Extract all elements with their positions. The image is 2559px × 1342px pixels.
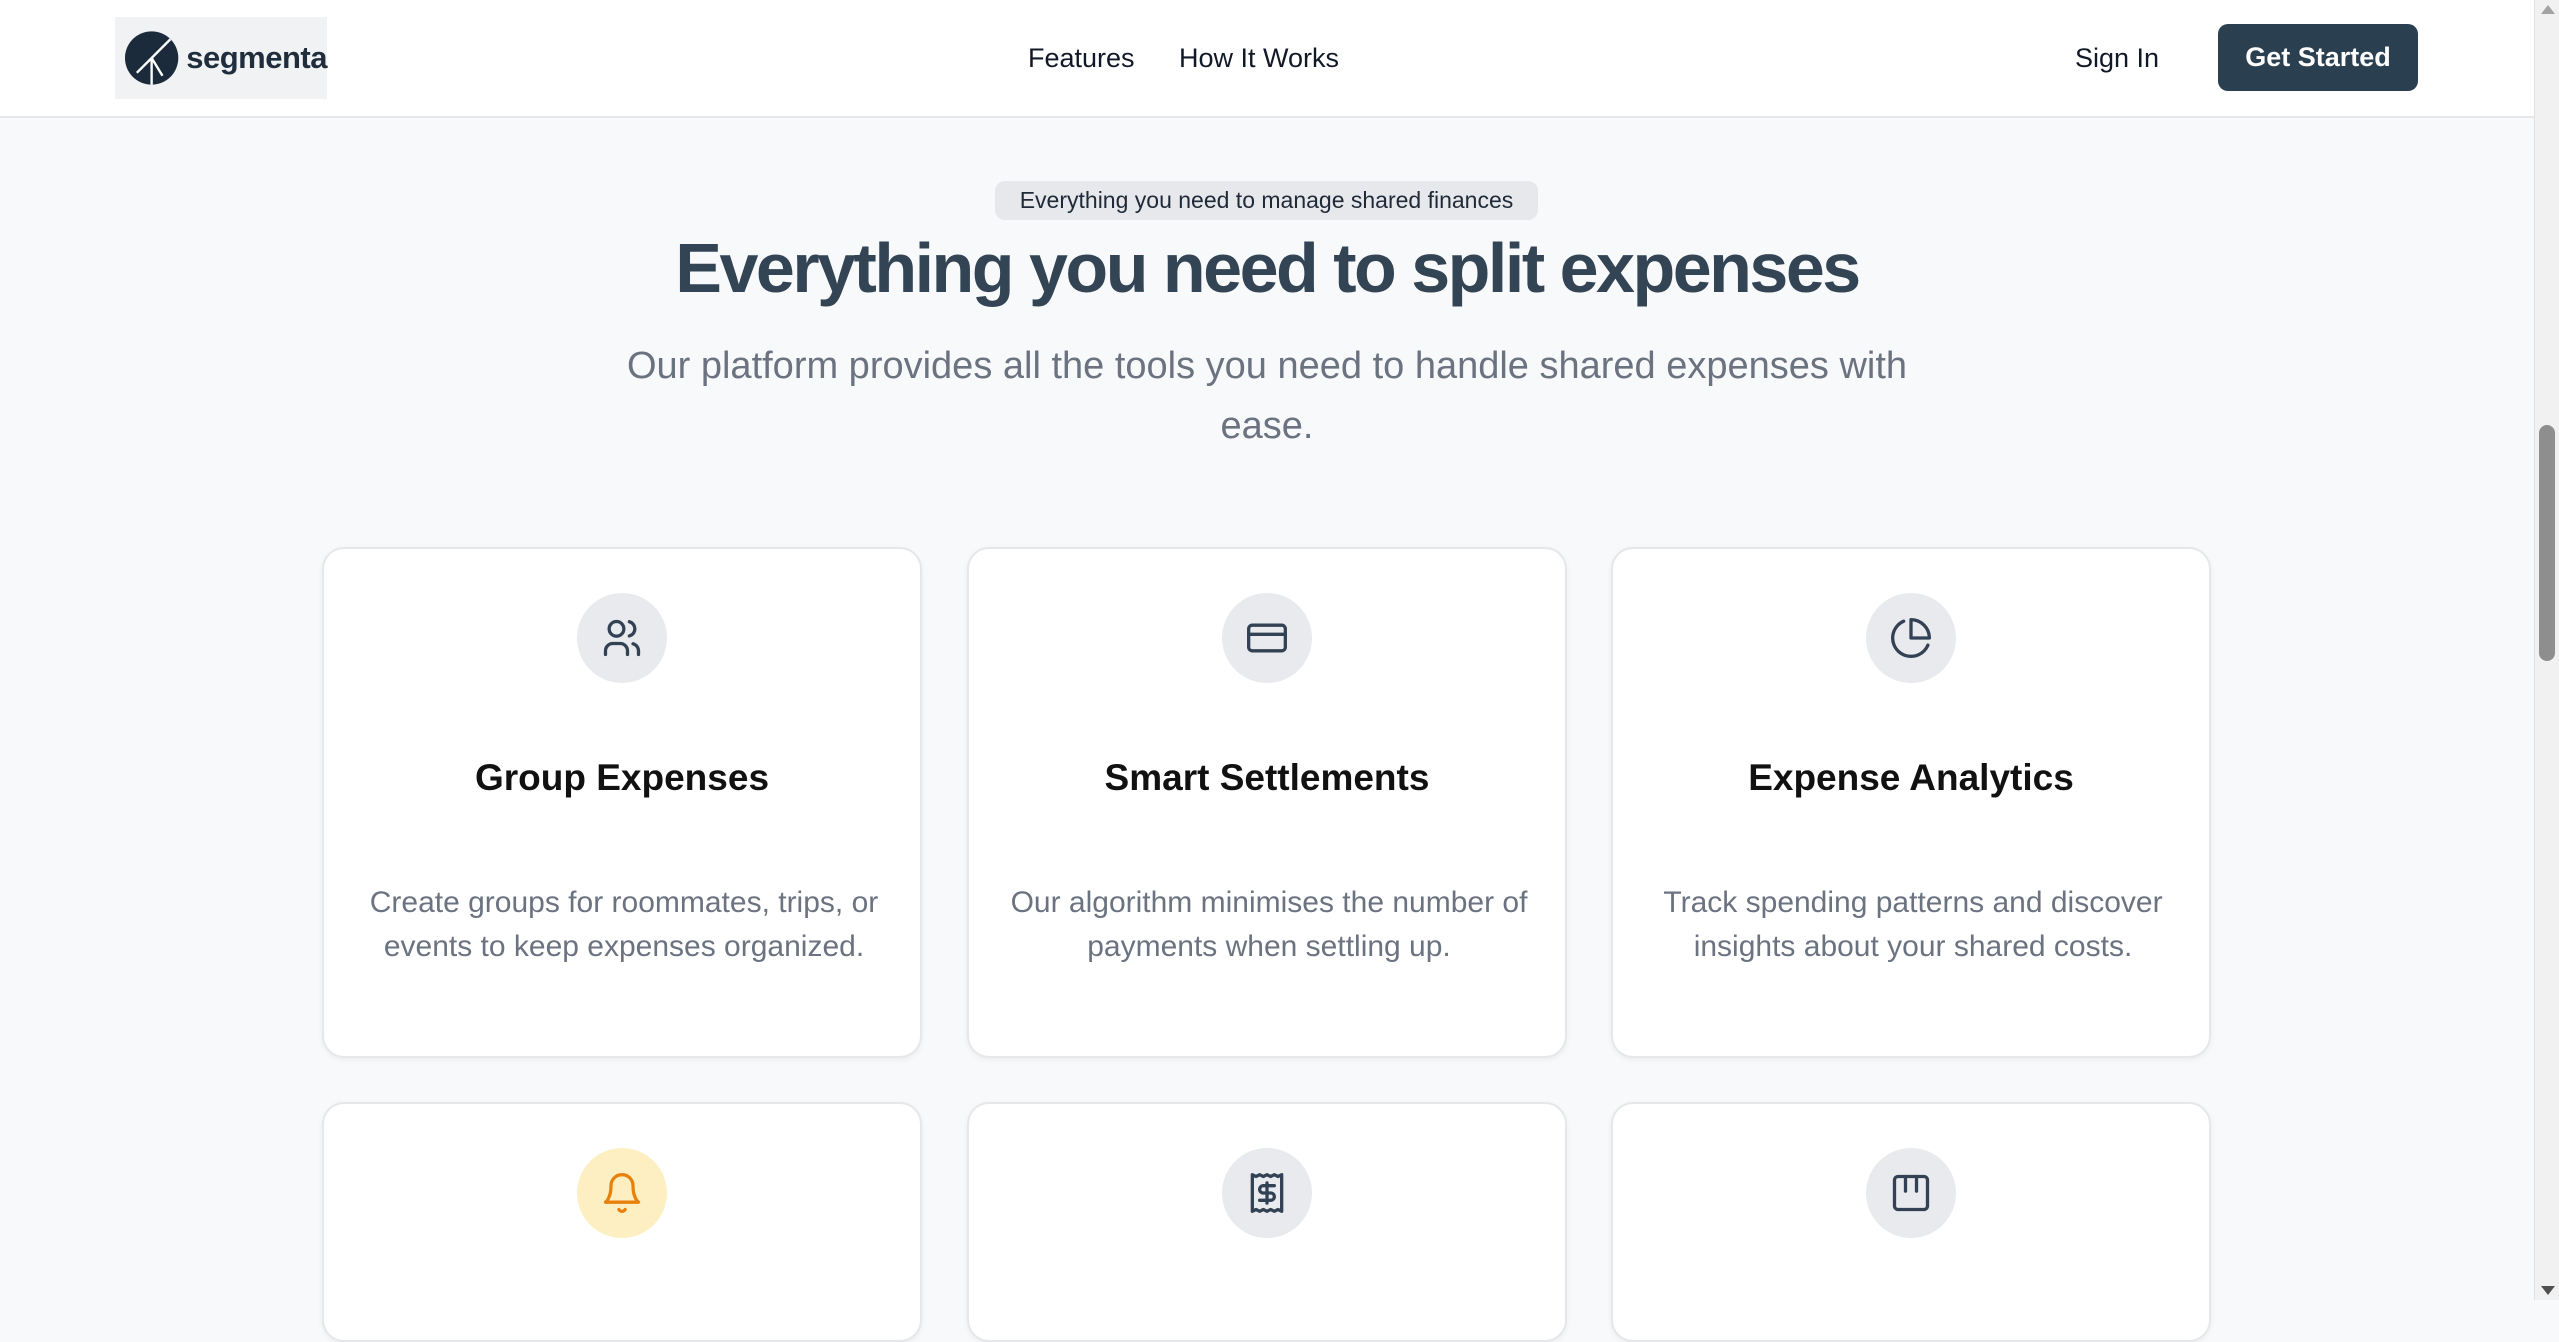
section-title: Everything you need to split expenses	[675, 229, 1861, 307]
feature-card-group-expenses: Group Expenses Create groups for roommat…	[322, 547, 922, 1058]
feature-icon-container	[577, 1148, 667, 1238]
nav-item-features[interactable]: Features	[1028, 0, 1135, 116]
section-subtitle: Our platform provides all the tools you …	[626, 345, 1908, 447]
bell-icon	[603, 1173, 641, 1213]
top-navigation-bar: segmenta Features How It Works Sign In G…	[0, 0, 2534, 118]
feature-card-receipts	[967, 1102, 1567, 1342]
receipt-icon	[1250, 1173, 1284, 1213]
feature-description: Create groups for roommates, trips, or e…	[369, 886, 879, 963]
feature-card-expense-analytics: Expense Analytics Track spending pattern…	[1611, 547, 2211, 1058]
feature-card-notifications	[322, 1102, 922, 1342]
scroll-up-arrow-icon[interactable]	[2541, 5, 2555, 14]
nav-item-how-it-works[interactable]: How It Works	[1179, 0, 1339, 116]
feature-icon-container	[1866, 1148, 1956, 1238]
feature-card-calendar	[1611, 1102, 2211, 1342]
feature-icon-container	[577, 593, 667, 683]
section-badge: Everything you need to manage shared fin…	[995, 181, 1538, 220]
pie-chart-icon	[1891, 618, 1931, 658]
feature-description: Track spending patterns and discover ins…	[1663, 886, 2163, 963]
feature-title: Expense Analytics	[1748, 757, 2074, 798]
scrollbar-thumb[interactable]	[2539, 425, 2555, 661]
feature-icon-container	[1222, 1148, 1312, 1238]
feature-icon-container	[1866, 593, 1956, 683]
sign-in-link[interactable]: Sign In	[2075, 0, 2159, 116]
feature-title: Smart Settlements	[1104, 757, 1430, 798]
logo[interactable]: segmenta	[115, 17, 327, 99]
users-icon	[603, 619, 641, 657]
segmenta-logo-icon	[124, 31, 179, 85]
feature-icon-container	[1222, 593, 1312, 683]
nav-link-features[interactable]: Features	[1028, 43, 1135, 74]
page-scrollbar[interactable]	[2534, 0, 2559, 1300]
logo-text: segmenta	[186, 40, 327, 75]
feature-title: Group Expenses	[474, 757, 770, 798]
feature-card-smart-settlements: Smart Settlements Our algorithm minimise…	[967, 547, 1567, 1058]
get-started-button[interactable]: Get Started	[2218, 24, 2418, 91]
nav-link-how-it-works[interactable]: How It Works	[1179, 43, 1339, 74]
scroll-down-arrow-icon[interactable]	[2541, 1286, 2555, 1295]
feature-description: Our algorithm minimises the number of pa…	[1010, 886, 1528, 963]
credit-card-icon	[1247, 623, 1287, 653]
calendar-grid-icon	[1892, 1174, 1930, 1212]
